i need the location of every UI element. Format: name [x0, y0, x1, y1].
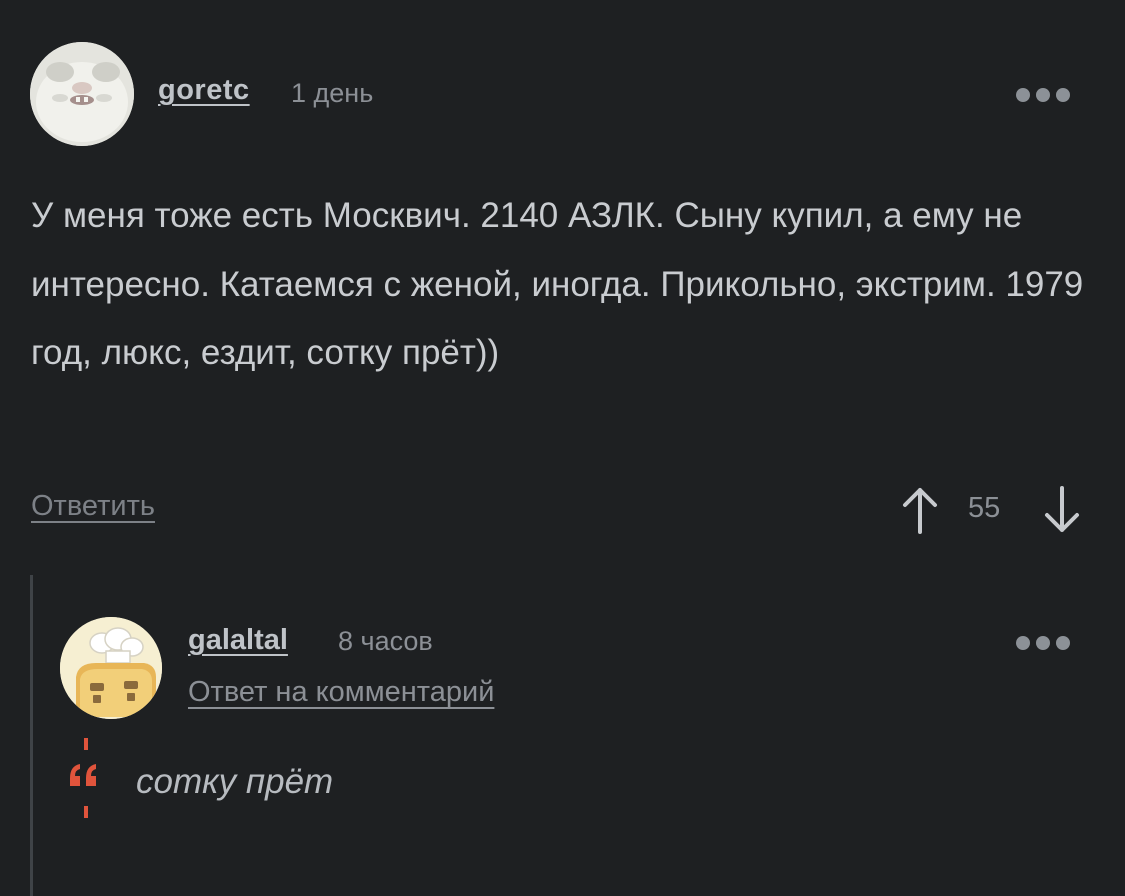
- upvote-button[interactable]: [900, 486, 940, 539]
- arrow-down-icon: [1045, 486, 1079, 532]
- avatar[interactable]: [30, 42, 134, 146]
- more-dots-icon: [1016, 88, 1070, 102]
- comments-page: goretc 1 день У меня тоже есть Москвич. …: [0, 0, 1125, 896]
- comment-body: У меня тоже есть Москвич. 2140 АЗЛК. Сын…: [31, 196, 1084, 372]
- more-options-button[interactable]: [1016, 636, 1070, 650]
- downvote-button[interactable]: [1042, 486, 1082, 539]
- avatar[interactable]: [60, 617, 162, 719]
- comment-time: 1 день: [291, 78, 374, 108]
- author-name[interactable]: galaltal: [188, 624, 288, 657]
- author-name[interactable]: goretc: [158, 74, 250, 107]
- quoted-text: сотку прёт: [136, 762, 334, 801]
- comment-time: 8 часов: [338, 626, 433, 656]
- more-dots-icon: [1016, 636, 1070, 650]
- more-options-button[interactable]: [1016, 88, 1070, 102]
- thread-line: [30, 575, 33, 896]
- arrow-up-icon: [903, 488, 937, 534]
- rating-count: 55: [968, 492, 1001, 524]
- reply-to-comment-link[interactable]: Ответ на комментарий: [188, 676, 494, 709]
- reply-button[interactable]: Ответить: [31, 490, 155, 523]
- quote-icon: [66, 738, 106, 827]
